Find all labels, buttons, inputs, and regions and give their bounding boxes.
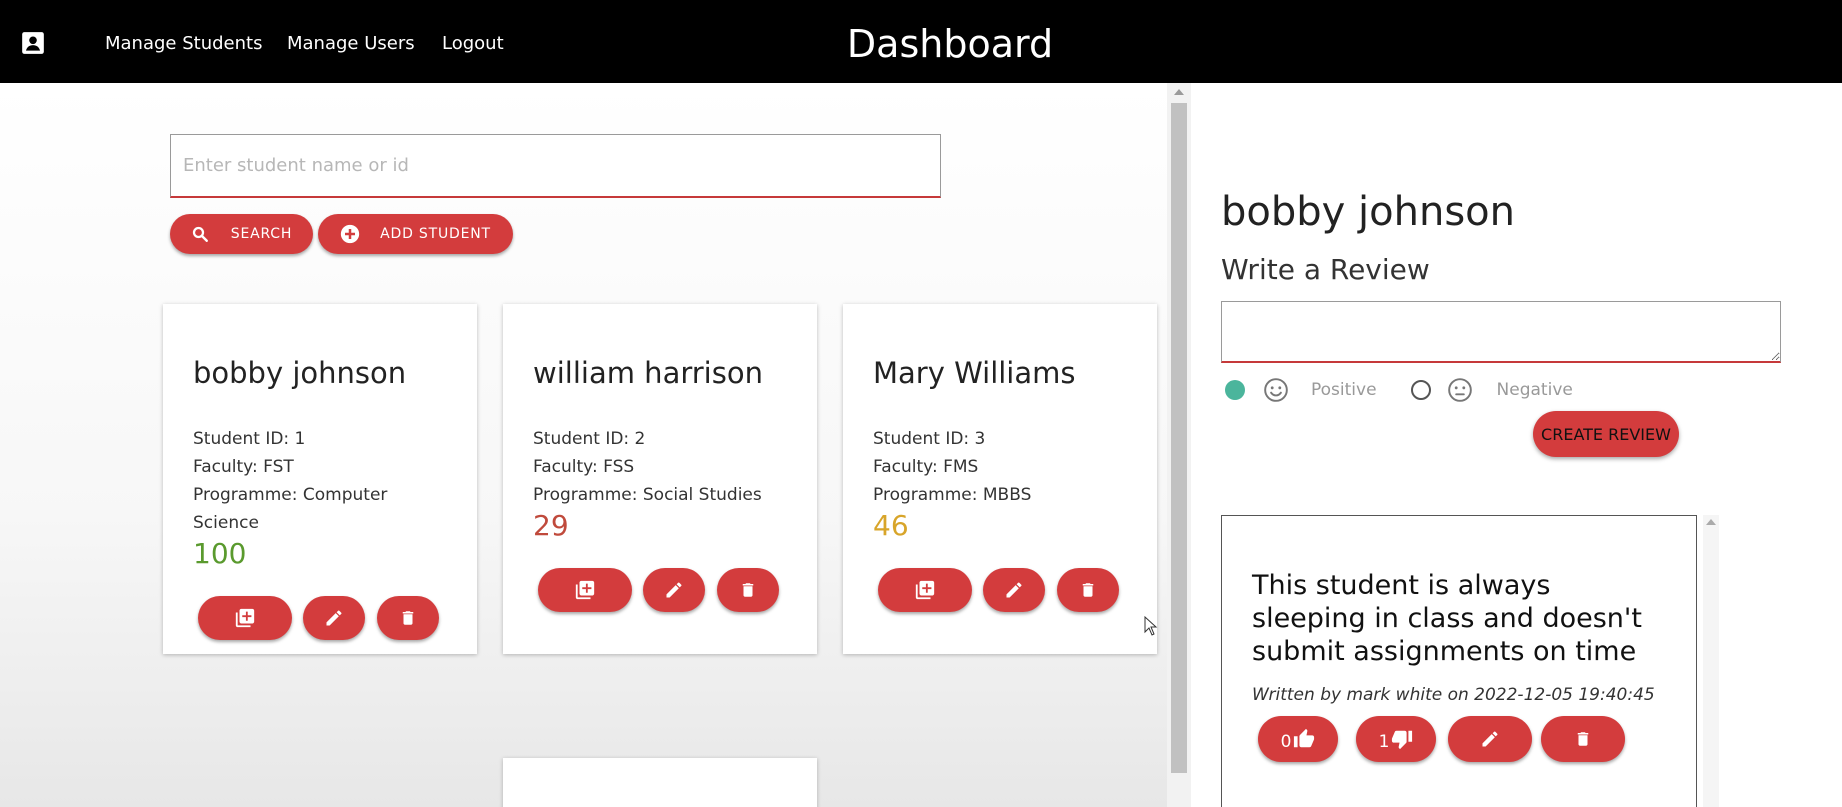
- review-author-meta: Written by mark white on 2022-12-05 19:4…: [1252, 685, 1655, 705]
- review-text-input[interactable]: [1221, 301, 1781, 363]
- trash-icon: [1577, 732, 1589, 746]
- edit-review-button[interactable]: [1448, 716, 1532, 762]
- library-add-icon: [235, 608, 255, 628]
- dislike-count: 1: [1378, 732, 1390, 752]
- search-icon: [192, 226, 208, 242]
- student-search-input[interactable]: [170, 134, 941, 198]
- student-card: Mary Williams Student ID: 3 Faculty: FMS…: [843, 304, 1157, 654]
- review-text: This student is always sleeping in class…: [1252, 570, 1642, 667]
- main-scrollbar[interactable]: [1167, 83, 1191, 807]
- pencil-icon: [1482, 731, 1498, 747]
- add-student-button[interactable]: ADD STUDENT: [318, 214, 513, 254]
- student-faculty: Faculty: FSS: [533, 457, 635, 477]
- student-info: Student ID: 3 Faculty: FMS Programme: MB…: [873, 425, 1133, 509]
- scroll-up-arrow-icon[interactable]: [1706, 519, 1716, 525]
- positive-radio[interactable]: [1225, 380, 1245, 400]
- student-name: bobby johnson: [193, 356, 407, 390]
- library-add-icon: [915, 580, 935, 600]
- negative-label: Negative: [1496, 380, 1573, 400]
- add-review-button[interactable]: [878, 568, 972, 612]
- like-button[interactable]: 0: [1258, 716, 1338, 762]
- trash-icon: [1082, 583, 1094, 597]
- pencil-icon: [326, 610, 342, 626]
- student-card: bobby johnson Student ID: 1 Faculty: FST…: [163, 304, 477, 654]
- student-info: Student ID: 1 Faculty: FST Programme: Co…: [193, 425, 453, 537]
- like-count: 0: [1280, 732, 1292, 752]
- student-card: william harrison Student ID: 2 Faculty: …: [503, 304, 817, 654]
- student-info: Student ID: 2 Faculty: FSS Programme: So…: [533, 425, 793, 509]
- review-card: This student is always sleeping in class…: [1221, 515, 1697, 807]
- dislike-button[interactable]: 1: [1356, 716, 1436, 762]
- page-title: Dashboard: [846, 22, 1054, 66]
- search-button[interactable]: SEARCH: [170, 214, 313, 254]
- search-button-label: SEARCH: [230, 226, 293, 242]
- smile-icon: [1264, 378, 1288, 402]
- neutral-face-icon: [1447, 378, 1472, 402]
- student-id: Student ID: 1: [193, 429, 306, 449]
- student-score: 100: [193, 537, 247, 570]
- student-score: 46: [873, 509, 909, 542]
- positive-label: Positive: [1311, 380, 1377, 400]
- negative-radio[interactable]: [1410, 380, 1431, 400]
- add-review-button[interactable]: [538, 568, 632, 612]
- review-sentiment-group: Positive Negative: [1225, 375, 1573, 405]
- add-review-button[interactable]: [198, 596, 292, 640]
- student-programme: Programme: MBBS: [873, 485, 1032, 505]
- delete-student-button[interactable]: [1057, 568, 1119, 612]
- student-faculty: Faculty: FMS: [873, 457, 979, 477]
- edit-student-button[interactable]: [983, 568, 1045, 612]
- pencil-icon: [1006, 582, 1022, 598]
- thumb-up-icon: [1294, 728, 1315, 748]
- student-name: william harrison: [533, 356, 763, 390]
- delete-student-button[interactable]: [717, 568, 779, 612]
- edit-student-button[interactable]: [643, 568, 705, 612]
- pencil-icon: [666, 582, 682, 598]
- thumb-down-icon: [1392, 730, 1413, 750]
- library-add-icon: [575, 580, 595, 600]
- top-navbar: Manage Students Manage Users Logout Dash…: [0, 0, 1842, 83]
- delete-student-button[interactable]: [377, 596, 439, 640]
- student-id: Student ID: 3: [873, 429, 986, 449]
- selected-student-name: bobby johnson: [1221, 189, 1515, 235]
- trash-icon: [742, 583, 754, 597]
- student-programme: Programme: Computer Science: [193, 485, 388, 533]
- student-programme: Programme: Social Studies: [533, 485, 762, 505]
- plus-circle-icon: [340, 224, 360, 244]
- student-faculty: Faculty: FST: [193, 457, 294, 477]
- student-list-pane: SEARCH ADD STUDENT bobby johnson Student…: [0, 83, 1167, 807]
- delete-review-button[interactable]: [1541, 716, 1625, 762]
- scrollbar-thumb[interactable]: [1171, 103, 1187, 773]
- trash-icon: [402, 611, 414, 625]
- add-student-button-label: ADD STUDENT: [380, 226, 491, 242]
- mouse-cursor-icon: [1144, 616, 1158, 636]
- scroll-up-arrow-icon[interactable]: [1174, 89, 1184, 95]
- review-list-scrollbar[interactable]: [1703, 515, 1719, 807]
- student-id: Student ID: 2: [533, 429, 646, 449]
- review-panel: bobby johnson Write a Review Positive Ne…: [1191, 83, 1842, 807]
- student-card: [503, 758, 817, 807]
- edit-student-button[interactable]: [303, 596, 365, 640]
- create-review-button[interactable]: CREATE REVIEW: [1533, 411, 1679, 457]
- student-score: 29: [533, 509, 569, 542]
- student-name: Mary Williams: [873, 356, 1076, 390]
- write-review-heading: Write a Review: [1221, 253, 1430, 286]
